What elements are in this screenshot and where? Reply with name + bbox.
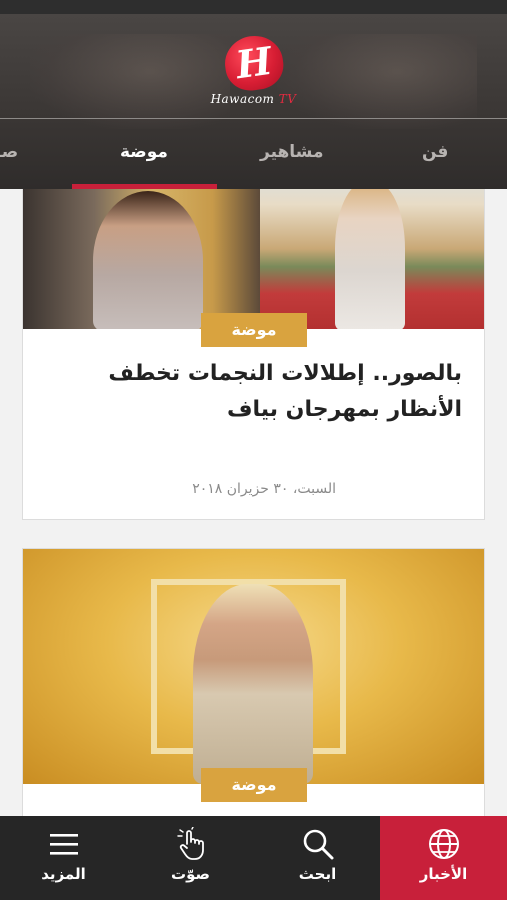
header-divider	[0, 118, 507, 119]
article-date: السبت، ٣٠ حزيران ٢٠١٨	[192, 481, 336, 497]
nav-news[interactable]: الأخبار	[380, 816, 507, 900]
article-title[interactable]: بالصور.. إطلالات النجمات تخطف الأنظار بم…	[39, 356, 462, 428]
menu-icon	[49, 834, 78, 855]
category-badge[interactable]: موضة	[201, 768, 307, 802]
nav-news-label: الأخبار	[419, 865, 468, 883]
active-tab-indicator	[72, 184, 217, 189]
nav-search[interactable]: ابحث	[254, 816, 381, 900]
nav-more-label: المزيد	[41, 865, 86, 883]
tab-celebrities[interactable]: مشاهير	[260, 142, 324, 162]
logo-mark: H	[221, 32, 286, 94]
article-photo	[23, 549, 484, 784]
nav-vote-label: صوّت	[171, 865, 210, 883]
category-badge[interactable]: موضة	[201, 313, 307, 347]
category-tabs: فن مشاهير موضة صـ	[0, 132, 507, 189]
bottom-navigation: المزيد صوّت ابحث الأخبار	[0, 816, 507, 900]
article-card[interactable]: موضة بالصور.. إطلالات النجمات تخطف الأنظ…	[22, 150, 485, 520]
tab-partial[interactable]: صـ	[0, 142, 18, 162]
status-bar	[0, 0, 507, 14]
app-logo[interactable]: H Hawacom TV	[0, 32, 507, 106]
article-image[interactable]	[23, 549, 484, 784]
nav-more[interactable]: المزيد	[0, 816, 127, 900]
nav-vote[interactable]: صوّت	[127, 816, 254, 900]
globe-icon	[428, 829, 459, 859]
search-icon	[303, 829, 333, 860]
logo-text: Hawacom TV	[210, 92, 297, 106]
nav-search-label: ابحث	[298, 865, 337, 883]
article-card[interactable]: موضة	[22, 548, 485, 838]
tab-fashion[interactable]: موضة	[120, 142, 168, 162]
app-header: H Hawacom TV فن مشاهير موضة صـ	[0, 14, 507, 189]
hand-pointer-icon	[176, 827, 204, 860]
tab-art[interactable]: فن	[422, 142, 448, 162]
